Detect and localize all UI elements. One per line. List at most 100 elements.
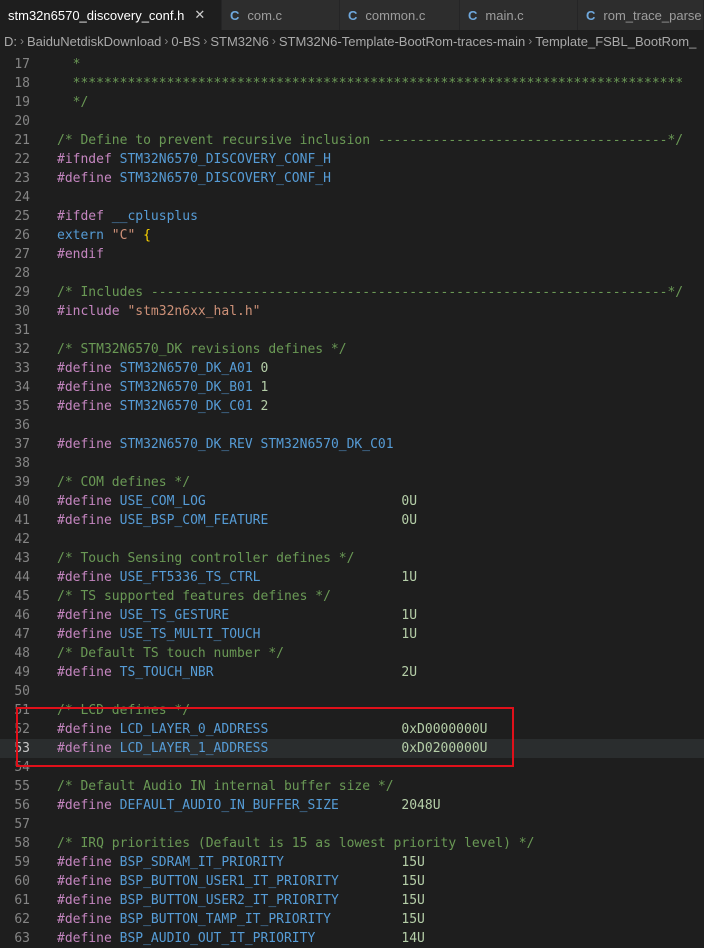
code-line[interactable]: 30 #include "stm32n6xx_hal.h" [0, 302, 704, 321]
code-line[interactable]: 23 #define STM32N6570_DISCOVERY_CONF_H [0, 169, 704, 188]
code-line[interactable]: 59 #define BSP_SDRAM_IT_PRIORITY 15U [0, 853, 704, 872]
code-text: #include "stm32n6xx_hal.h" [57, 304, 261, 319]
code-line[interactable]: 60 #define BSP_BUTTON_USER1_IT_PRIORITY 1… [0, 872, 704, 891]
code-line[interactable]: 54 [0, 758, 704, 777]
code-line[interactable]: 51 /* LCD defines */ [0, 701, 704, 720]
code-line[interactable]: 57 [0, 815, 704, 834]
code-line[interactable]: 20 [0, 112, 704, 131]
code-line[interactable]: 53 #define LCD_LAYER_1_ADDRESS 0xD0200000… [0, 739, 704, 758]
line-number: 18 [14, 76, 30, 91]
code-line[interactable]: 29 /* Includes --------------------------… [0, 283, 704, 302]
code-line[interactable]: 24 [0, 188, 704, 207]
chevron-right-icon: › [528, 34, 533, 48]
line-number: 32 [14, 342, 30, 357]
code-line[interactable]: 42 [0, 530, 704, 549]
code-line[interactable]: 61 #define BSP_BUTTON_USER2_IT_PRIORITY 1… [0, 891, 704, 910]
line-number: 29 [14, 285, 30, 300]
code-line[interactable]: 56 #define DEFAULT_AUDIO_IN_BUFFER_SIZE 2… [0, 796, 704, 815]
code-text: extern "C" { [57, 228, 151, 243]
tab-3[interactable]: Cmain.c [460, 0, 578, 30]
code-line[interactable]: 28 [0, 264, 704, 283]
code-text: /* LCD defines */ [57, 703, 191, 718]
code-text: #define BSP_SDRAM_IT_PRIORITY 15U [57, 855, 425, 870]
code-line[interactable]: 63 #define BSP_AUDIO_OUT_IT_PRIORITY 14U [0, 929, 704, 948]
code-line[interactable]: 25 #ifdef __cplusplus [0, 207, 704, 226]
line-number: 22 [14, 152, 30, 167]
code-line[interactable]: 17 * [0, 55, 704, 74]
line-number: 59 [14, 855, 30, 870]
breadcrumb-item[interactable]: STM32N6 [210, 34, 269, 49]
tab-2[interactable]: Ccommon.c [340, 0, 460, 30]
code-line[interactable]: 22 #ifndef STM32N6570_DISCOVERY_CONF_H [0, 150, 704, 169]
chevron-right-icon: › [271, 34, 276, 48]
line-number: 60 [14, 874, 30, 889]
code-text: /* Includes ----------------------------… [57, 285, 684, 300]
breadcrumb-item[interactable]: STM32N6-Template-BootRom-traces-main [279, 34, 525, 49]
line-number: 30 [14, 304, 30, 319]
code-line[interactable]: 19 */ [0, 93, 704, 112]
code-text: #define BSP_BUTTON_TAMP_IT_PRIORITY 15U [57, 912, 425, 927]
code-text: /* Default Audio IN internal buffer size… [57, 779, 394, 794]
code-line[interactable]: 18 *************************************… [0, 74, 704, 93]
line-number: 50 [14, 684, 30, 699]
code-line[interactable]: 21 /* Define to prevent recursive inclusi… [0, 131, 704, 150]
code-text: #define STM32N6570_DK_REV STM32N6570_DK_… [57, 437, 394, 452]
line-number: 20 [14, 114, 30, 129]
code-line[interactable]: 32 /* STM32N6570_DK revisions defines */ [0, 340, 704, 359]
code-line[interactable]: 52 #define LCD_LAYER_0_ADDRESS 0xD0000000… [0, 720, 704, 739]
code-text: #define USE_BSP_COM_FEATURE 0U [57, 513, 418, 528]
code-line[interactable]: 50 [0, 682, 704, 701]
code-text: #define STM32N6570_DK_C01 2 [57, 399, 269, 414]
line-number: 62 [14, 912, 30, 927]
tab-1[interactable]: Ccom.c [222, 0, 340, 30]
tab-4[interactable]: Crom_trace_parse [578, 0, 704, 30]
code-line[interactable]: 31 [0, 321, 704, 340]
code-line[interactable]: 62 #define BSP_BUTTON_TAMP_IT_PRIORITY 15… [0, 910, 704, 929]
code-line[interactable]: 48 /* Default TS touch number */ [0, 644, 704, 663]
breadcrumb-item[interactable]: D: [4, 34, 17, 49]
line-number: 45 [14, 589, 30, 604]
code-text: #define DEFAULT_AUDIO_IN_BUFFER_SIZE 204… [57, 798, 441, 813]
code-line[interactable]: 27 #endif [0, 245, 704, 264]
code-line[interactable]: 35 #define STM32N6570_DK_C01 2 [0, 397, 704, 416]
line-number: 39 [14, 475, 30, 490]
code-line[interactable]: 45 /* TS supported features defines */ [0, 587, 704, 606]
line-number: 31 [14, 323, 30, 338]
line-number: 61 [14, 893, 30, 908]
code-line[interactable]: 49 #define TS_TOUCH_NBR 2U [0, 663, 704, 682]
code-text: */ [57, 95, 89, 110]
line-number: 40 [14, 494, 30, 509]
code-line[interactable]: 36 [0, 416, 704, 435]
line-number: 52 [14, 722, 30, 737]
tab-label: com.c [247, 7, 283, 23]
c-file-icon: C [348, 7, 358, 23]
line-number: 44 [14, 570, 30, 585]
code-text: #define USE_TS_MULTI_TOUCH 1U [57, 627, 418, 642]
code-line[interactable]: 38 [0, 454, 704, 473]
code-line[interactable]: 43 /* Touch Sensing controller defines */ [0, 549, 704, 568]
code-text: #define BSP_AUDIO_OUT_IT_PRIORITY 14U [57, 931, 425, 946]
breadcrumb-item[interactable]: 0-BS [171, 34, 200, 49]
code-line[interactable]: 39 /* COM defines */ [0, 473, 704, 492]
close-icon[interactable]: ✕ [194, 7, 205, 23]
code-line[interactable]: 33 #define STM32N6570_DK_A01 0 [0, 359, 704, 378]
line-number: 53 [14, 741, 30, 756]
code-line[interactable]: 37 #define STM32N6570_DK_REV STM32N6570_D… [0, 435, 704, 454]
breadcrumb-item[interactable]: BaiduNetdiskDownload [27, 34, 161, 49]
code-text: #define LCD_LAYER_1_ADDRESS 0xD0200000U [57, 741, 488, 756]
code-line[interactable]: 55 /* Default Audio IN internal buffer si… [0, 777, 704, 796]
code-line[interactable]: 58 /* IRQ priorities (Default is 15 as lo… [0, 834, 704, 853]
code-line[interactable]: 40 #define USE_COM_LOG 0U [0, 492, 704, 511]
tab-0[interactable]: Cstm32n6570_discovery_conf.h✕ [0, 0, 222, 30]
code-line[interactable]: 34 #define STM32N6570_DK_B01 1 [0, 378, 704, 397]
code-text: #define USE_TS_GESTURE 1U [57, 608, 418, 623]
code-line[interactable]: 26 extern "C" { [0, 226, 704, 245]
tab-bar: Cstm32n6570_discovery_conf.h✕Ccom.cCcomm… [0, 0, 704, 30]
line-number: 24 [14, 190, 30, 205]
code-line[interactable]: 47 #define USE_TS_MULTI_TOUCH 1U [0, 625, 704, 644]
code-line[interactable]: 41 #define USE_BSP_COM_FEATURE 0U [0, 511, 704, 530]
code-line[interactable]: 44 #define USE_FT5336_TS_CTRL 1U [0, 568, 704, 587]
breadcrumb-item[interactable]: Template_FSBL_BootRom_ [535, 34, 696, 49]
code-line[interactable]: 46 #define USE_TS_GESTURE 1U [0, 606, 704, 625]
line-number: 54 [14, 760, 30, 775]
